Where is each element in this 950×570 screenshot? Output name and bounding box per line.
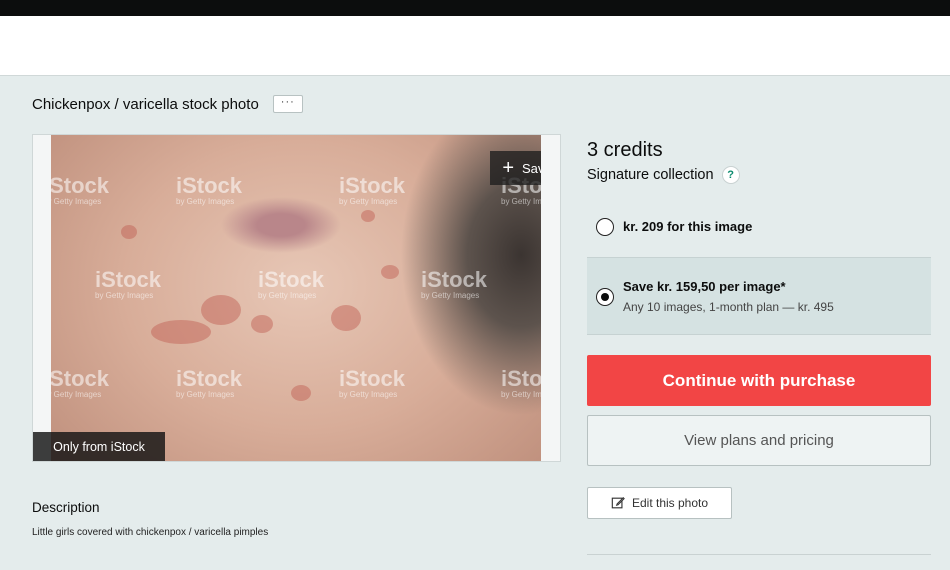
watermark: iStockby Getty Images [176, 173, 243, 207]
watermark: iStockby Getty Images [339, 366, 406, 400]
option-plan-label: Save kr. 159,50 per image* [623, 279, 786, 294]
more-options-button[interactable]: ··· [272, 95, 303, 113]
credits-price: 3 credits [587, 139, 663, 161]
watermark: iStockby Getty Images [421, 267, 488, 301]
watermark: iStockby Getty Images [339, 173, 406, 207]
watermark: iStockby Getty Images [51, 173, 110, 207]
divider [587, 554, 931, 555]
save-label: Save [522, 160, 541, 176]
help-icon[interactable]: ? [721, 166, 740, 184]
watermark: iStockby Getty Images [501, 366, 541, 400]
watermark: iStockby Getty Images [51, 366, 110, 400]
description-heading: Description [32, 500, 100, 515]
save-to-board-button[interactable]: + Save [490, 151, 541, 185]
edit-photo-button[interactable]: Edit this photo [587, 487, 732, 519]
exclusive-badge: Only from iStock [33, 432, 165, 461]
title-row: Chickenpox / varicella stock photo ··· [32, 95, 303, 113]
plus-icon: + [502, 157, 515, 179]
collection-name: Signature collection [587, 167, 714, 183]
browser-top-bar [0, 0, 950, 16]
page-title: Chickenpox / varicella stock photo [32, 95, 259, 113]
image-preview: iStockby Getty Images iStockby Getty Ima… [32, 134, 561, 462]
collection-row: Signature collection ? [587, 166, 740, 184]
radio-plan[interactable] [596, 288, 614, 306]
watermark: iStockby Getty Images [258, 267, 325, 301]
view-plans-button[interactable]: View plans and pricing [587, 415, 931, 466]
continue-purchase-button[interactable]: Continue with purchase [587, 355, 931, 406]
price-option-plan[interactable]: Save kr. 159,50 per image* Any 10 images… [587, 257, 931, 335]
watermark: iStockby Getty Images [176, 366, 243, 400]
radio-single-image[interactable] [596, 218, 614, 236]
site-header [0, 16, 950, 76]
description-text: Little girls covered with chickenpox / v… [32, 527, 269, 538]
edit-icon [611, 497, 625, 509]
stock-photo[interactable]: iStockby Getty Images iStockby Getty Ima… [51, 135, 541, 461]
edit-photo-label: Edit this photo [631, 496, 709, 510]
option-single-label: kr. 209 for this image [623, 219, 753, 234]
price-option-single[interactable]: kr. 209 for this image [587, 201, 931, 255]
watermark: iStockby Getty Images [95, 267, 162, 301]
option-plan-detail: Any 10 images, 1-month plan — kr. 495 [623, 300, 834, 314]
